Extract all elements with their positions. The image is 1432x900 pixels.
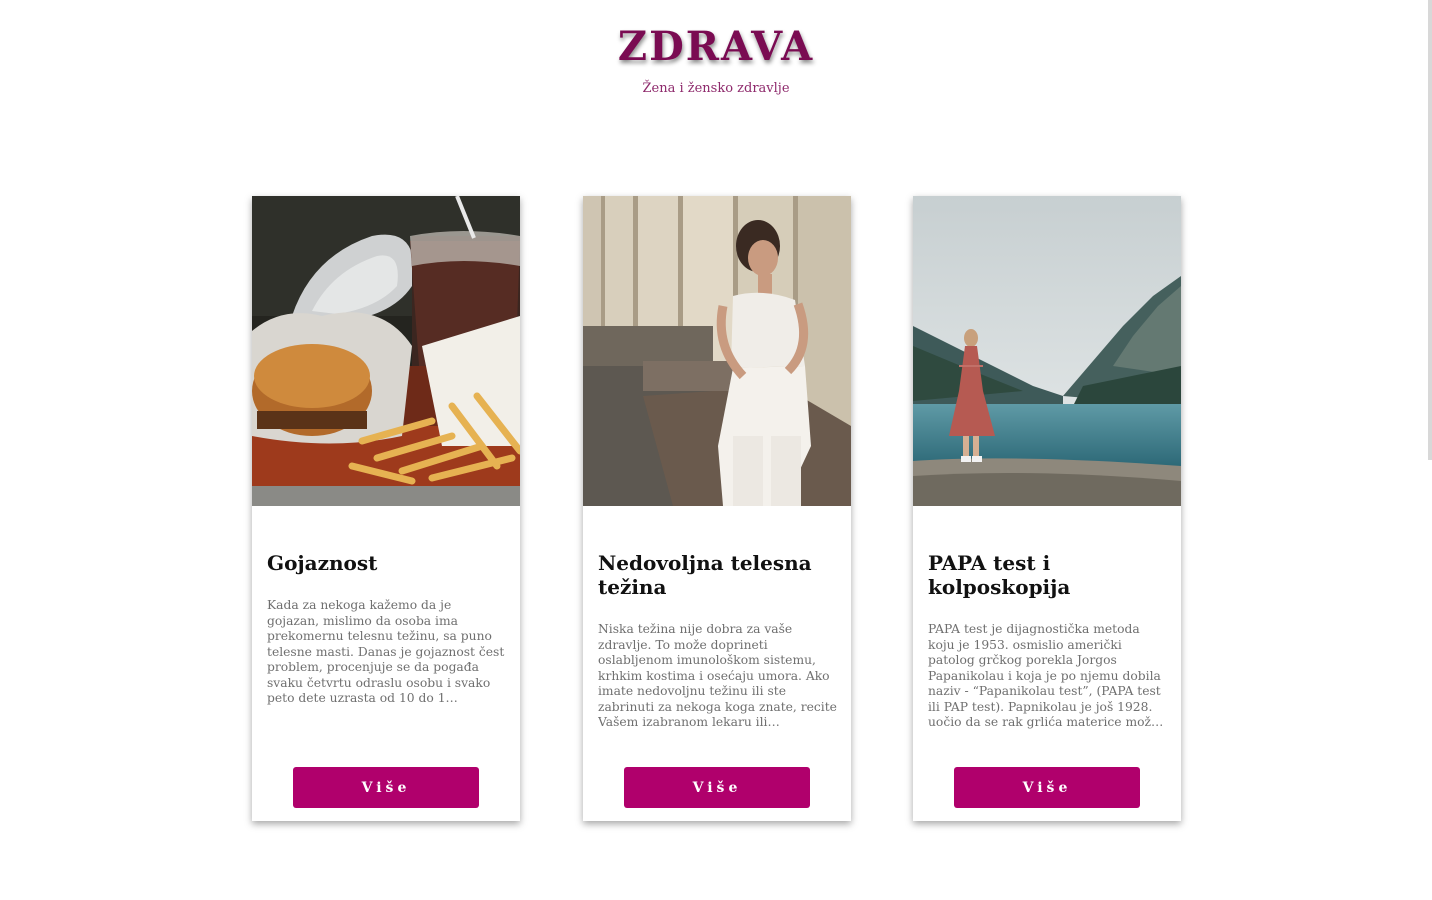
more-button[interactable]: Više bbox=[624, 767, 810, 808]
fast-food-photo-icon[interactable] bbox=[252, 196, 520, 506]
woman-on-steps-photo-icon[interactable] bbox=[583, 196, 851, 506]
more-button[interactable]: Više bbox=[954, 767, 1140, 808]
card-excerpt: PAPA test je dijagnostička metoda koju j… bbox=[928, 622, 1164, 729]
card-excerpt: Niska težina nije dobra za vaše zdravlje… bbox=[598, 622, 837, 729]
card-title[interactable]: Gojaznost bbox=[267, 551, 507, 575]
card-title[interactable]: Nedovoljna telesna težina bbox=[598, 551, 838, 599]
more-button[interactable]: Više bbox=[293, 767, 479, 808]
article-cards: Gojaznost Kada za nekoga kažemo da je go… bbox=[252, 196, 1182, 821]
scrollbar[interactable] bbox=[1428, 0, 1432, 460]
article-card-nedovoljna-tezina: Nedovoljna telesna težina Niska težina n… bbox=[583, 196, 851, 821]
card-excerpt: Kada za nekoga kažemo da je gojazan, mis… bbox=[267, 598, 505, 705]
site-header: ZDRAVA Žena i žensko zdravlje bbox=[0, 22, 1432, 98]
site-title[interactable]: ZDRAVA bbox=[0, 22, 1432, 72]
woman-by-lake-photo-icon[interactable] bbox=[913, 196, 1181, 506]
card-title[interactable]: PAPA test i kolposkopija bbox=[928, 551, 1168, 599]
article-card-gojaznost: Gojaznost Kada za nekoga kažemo da je go… bbox=[252, 196, 520, 821]
page: ZDRAVA Žena i žensko zdravlje Gojaznost … bbox=[0, 0, 1432, 900]
site-subtitle: Žena i žensko zdravlje bbox=[642, 81, 790, 96]
article-card-papa-test: PAPA test i kolposkopija PAPA test je di… bbox=[913, 196, 1181, 821]
